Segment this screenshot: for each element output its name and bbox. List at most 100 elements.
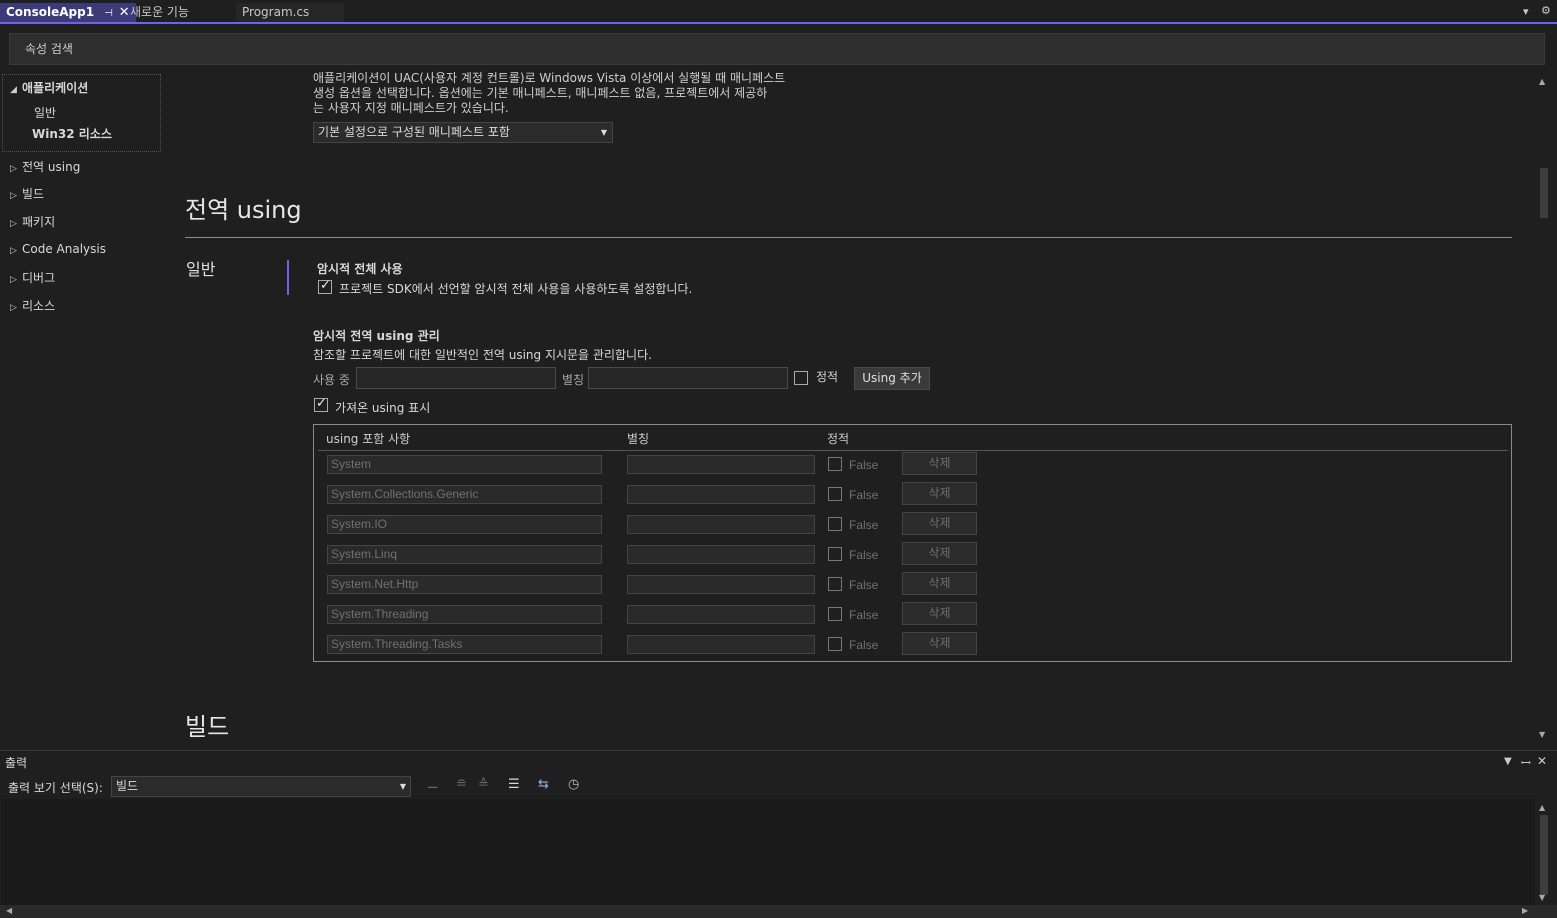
delete-button: 삭제	[902, 452, 977, 475]
search-placeholder: 속성 검색	[25, 42, 73, 56]
static-cell-checkbox	[828, 517, 842, 531]
close-icon[interactable]: ✕	[1537, 754, 1547, 768]
using-input-label: 사용 중	[313, 373, 350, 387]
nav-item-code-analysis[interactable]: ▷ Code Analysis	[10, 242, 106, 256]
subsection-general: 일반	[186, 260, 216, 279]
property-content: 애플리케이션이 UAC(사용자 계정 컨트롤)로 Windows Vista 이…	[170, 70, 1536, 743]
scroll-left-icon[interactable]: ◀	[6, 906, 12, 915]
tab-list-dropdown-icon[interactable]: ▾	[1523, 5, 1529, 18]
implicit-usings-title: 암시적 전체 사용	[317, 262, 403, 276]
tab-consoleapp1[interactable]: ConsoleApp1 ⊣ ✕	[0, 3, 136, 22]
clock-icon[interactable]: ◷	[568, 777, 579, 792]
output-source-dropdown[interactable]: 빌드 ▼	[111, 776, 411, 797]
collapsed-triangle-icon: ▷	[10, 303, 17, 313]
output-text-area[interactable]	[1, 799, 1535, 907]
static-value: False	[849, 488, 879, 502]
tab-label: Program.cs	[242, 5, 310, 19]
column-header-alias: 별칭	[627, 432, 650, 446]
nav-item-package[interactable]: ▷ 패키지	[10, 213, 55, 230]
scroll-up-icon[interactable]: ▲	[1539, 803, 1545, 812]
pin-icon[interactable]: ꟷ	[1521, 754, 1531, 771]
panel-options-icon[interactable]: ▼	[1504, 756, 1512, 767]
show-imported-checkbox[interactable]	[314, 396, 328, 412]
collapsed-triangle-icon: ▷	[10, 246, 17, 256]
static-checkbox[interactable]	[794, 371, 808, 385]
static-cell-checkbox	[828, 547, 842, 561]
nav-item-application[interactable]: ◢ 애플리케이션	[10, 79, 88, 96]
show-imported-label: 가져온 using 표시	[335, 401, 431, 415]
section-divider	[185, 237, 1512, 238]
implicit-usings-label: 프로젝트 SDK에서 선언할 암시적 전체 사용을 사용하도록 설정합니다.	[339, 282, 693, 296]
static-cell-checkbox	[828, 637, 842, 651]
delete-button: 삭제	[902, 572, 977, 595]
scroll-down-icon[interactable]: ▼	[1539, 893, 1545, 902]
scrollbar-thumb[interactable]	[1540, 815, 1548, 895]
collapsed-triangle-icon: ▷	[10, 191, 17, 201]
delete-button: 삭제	[902, 542, 977, 565]
implicit-usings-checkbox[interactable]	[318, 278, 332, 294]
nav-item-resources[interactable]: ▷ 리소스	[10, 297, 55, 314]
column-header-static: 정적	[827, 432, 850, 446]
collapsed-triangle-icon: ▷	[10, 219, 17, 229]
column-header-using: using 포함 사항	[326, 432, 411, 446]
nav-item-global-using[interactable]: ▷ 전역 using	[10, 158, 80, 175]
output-scrollbar[interactable]: ▲ ▼	[1537, 799, 1551, 907]
section-heading-global-using: 전역 using	[185, 196, 302, 224]
alias-cell	[627, 455, 815, 474]
static-value: False	[849, 548, 879, 562]
section-heading-build: 빌드	[185, 713, 230, 741]
output-source-label: 출력 보기 선택(S):	[8, 781, 103, 795]
using-cell: System	[327, 455, 602, 474]
using-cell: System.Threading.Tasks	[327, 635, 602, 654]
pin-icon[interactable]: ⊣	[104, 4, 113, 23]
nav-item-general[interactable]: 일반	[34, 104, 56, 121]
find-message-icon[interactable]: ⚊	[427, 777, 439, 792]
delete-button: 삭제	[902, 482, 977, 505]
gear-icon[interactable]: ⚙	[1541, 4, 1551, 17]
scroll-right-icon[interactable]: ▶	[1522, 906, 1528, 915]
alias-cell	[627, 605, 815, 624]
output-horizontal-scrollbar[interactable]: ◀ ▶	[0, 905, 1557, 918]
tab-program-cs[interactable]: Program.cs	[236, 3, 344, 22]
previous-message-icon[interactable]: ≘	[456, 777, 467, 792]
alias-input[interactable]	[588, 367, 788, 389]
scroll-down-icon[interactable]: ▼	[1539, 730, 1545, 739]
using-input[interactable]	[356, 367, 556, 389]
nav-item-debug[interactable]: ▷ 디버그	[10, 269, 55, 286]
manage-usings-desc: 참조할 프로젝트에 대한 일반적인 전역 using 지시문을 관리합니다.	[313, 348, 652, 362]
add-using-button[interactable]: Using 추가	[854, 367, 930, 390]
document-tab-bar: ConsoleApp1 ⊣ ✕ 새로운 기능 Program.cs ▾ ⚙	[0, 0, 1557, 24]
subsection-accent-bar	[287, 260, 289, 295]
content-scrollbar[interactable]: ▲ ▼	[1537, 73, 1551, 743]
using-cell: System.Threading	[327, 605, 602, 624]
nav-item-build[interactable]: ▷ 빌드	[10, 185, 44, 202]
usings-table: using 포함 사항 별칭 정적 System False 삭제 System…	[313, 424, 1512, 662]
tab-label: 새로운 기능	[130, 5, 190, 19]
alias-cell	[627, 545, 815, 564]
header-divider	[318, 450, 1508, 451]
scrollbar-thumb[interactable]	[1540, 168, 1548, 218]
alias-cell	[627, 515, 815, 534]
static-value: False	[849, 518, 879, 532]
expanded-triangle-icon: ◢	[10, 85, 17, 95]
delete-button: 삭제	[902, 632, 977, 655]
static-cell-checkbox	[828, 487, 842, 501]
property-search-input[interactable]: 속성 검색	[9, 33, 1545, 65]
using-cell: System.Collections.Generic	[327, 485, 602, 504]
static-cell-checkbox	[828, 607, 842, 621]
scroll-up-icon[interactable]: ▲	[1539, 77, 1545, 86]
manifest-dropdown[interactable]: 기본 설정으로 구성된 매니페스트 포함 ▼	[313, 122, 613, 143]
clear-all-icon[interactable]: ☰	[508, 777, 520, 792]
tab-whats-new[interactable]: 새로운 기능	[124, 3, 234, 22]
alias-input-label: 별칭	[562, 373, 585, 387]
word-wrap-icon[interactable]: ⇆	[538, 777, 549, 792]
chevron-down-icon: ▼	[600, 128, 607, 137]
static-cell-checkbox	[828, 577, 842, 591]
chevron-down-icon: ▼	[399, 782, 406, 791]
output-panel: 출력 ▼ ꟷ ✕ 출력 보기 선택(S): 빌드 ▼ ⚊ ≘ ≙ ☰ ⇆ ◷ ▲…	[0, 750, 1557, 918]
nav-item-win32-resources[interactable]: Win32 리소스	[32, 125, 112, 142]
next-message-icon[interactable]: ≙	[478, 777, 489, 792]
properties-window: ConsoleApp1 ⊣ ✕ 새로운 기능 Program.cs ▾ ⚙ 속성 검…	[0, 0, 1557, 918]
static-checkbox-label: 정적	[816, 370, 839, 384]
tab-label: ConsoleApp1	[6, 5, 95, 19]
